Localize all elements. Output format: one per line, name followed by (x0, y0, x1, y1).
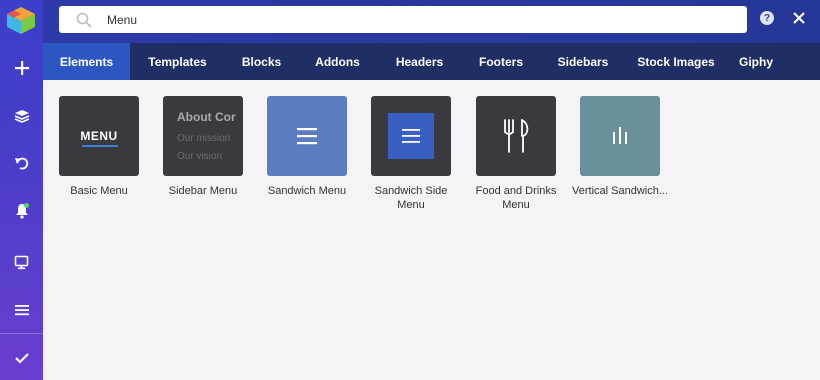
fork-knife-icon (504, 119, 529, 153)
thumbnail-line: Our mission (177, 133, 231, 144)
element-thumbnail: MENU (59, 96, 139, 176)
tab-footers[interactable]: Footers (462, 43, 540, 80)
preview-button[interactable] (0, 243, 43, 281)
undo-icon (14, 157, 28, 170)
monitor-icon (14, 255, 29, 269)
tab-giphy[interactable]: Giphy (726, 43, 786, 80)
notifications-button[interactable] (0, 192, 43, 230)
element-card-food-and-drinks-menu[interactable]: Food and Drinks Menu (476, 96, 556, 212)
element-thumbnail (371, 96, 451, 176)
tab-blocks[interactable]: Blocks (225, 43, 298, 80)
element-thumbnail (580, 96, 660, 176)
element-label: Sandwich Side Menu (374, 185, 448, 211)
element-thumbnail (267, 96, 347, 176)
add-button[interactable] (0, 49, 43, 87)
left-toolbar (0, 0, 43, 380)
hamburger-icon (14, 305, 29, 316)
thumbnail-underline (82, 145, 118, 147)
thumbnail-title: About Cor (177, 110, 236, 124)
element-label: Sidebar Menu (168, 185, 238, 197)
toolbar-divider (0, 333, 43, 334)
tab-sidebars[interactable]: Sidebars (540, 43, 626, 80)
undo-button[interactable] (0, 144, 43, 182)
layers-button[interactable] (0, 97, 43, 135)
element-label: Sandwich Menu (267, 185, 347, 197)
layers-icon (14, 110, 29, 123)
notification-dot (24, 203, 29, 208)
tab-headers[interactable]: Headers (377, 43, 462, 80)
search-box[interactable] (59, 6, 747, 33)
thumbnail-text: MENU (80, 129, 118, 143)
element-card-basic-menu[interactable]: MENU Basic Menu (59, 96, 139, 198)
confirm-button[interactable] (0, 339, 43, 377)
add-icon (14, 61, 29, 75)
logo-icon[interactable] (4, 5, 38, 35)
close-icon[interactable] (792, 11, 806, 25)
element-thumbnail: About Cor Our mission Our vision (163, 96, 243, 176)
tab-templates[interactable]: Templates (130, 43, 225, 80)
element-label: Vertical Sandwich... (572, 185, 668, 197)
element-card-sandwich-side-menu[interactable]: Sandwich Side Menu (371, 96, 451, 212)
help-icon: ? (763, 12, 771, 24)
search-icon (76, 12, 92, 28)
elements-grid: MENU Basic Menu About Cor Our mission Ou… (43, 80, 820, 380)
element-card-sidebar-menu[interactable]: About Cor Our mission Our vision Sidebar… (163, 96, 243, 198)
help-button[interactable]: ? (760, 11, 774, 25)
menu-button[interactable] (0, 291, 43, 329)
check-icon (14, 353, 29, 364)
top-bar: ? (43, 0, 820, 43)
tab-stock-images[interactable]: Stock Images (626, 43, 726, 80)
hamburger-icon (297, 128, 317, 145)
vertical-bars-icon (613, 127, 627, 144)
element-card-sandwich-menu[interactable]: Sandwich Menu (267, 96, 347, 198)
element-label: Food and Drinks Menu (475, 185, 557, 211)
category-tabs: Elements Templates Blocks Addons Headers… (43, 43, 820, 80)
tab-addons[interactable]: Addons (298, 43, 377, 80)
search-input[interactable] (107, 12, 707, 27)
hamburger-icon (402, 129, 420, 143)
element-card-vertical-sandwich[interactable]: Vertical Sandwich... (572, 96, 668, 198)
tab-elements[interactable]: Elements (43, 43, 130, 80)
thumbnail-line: Our vision (177, 151, 223, 162)
element-thumbnail (476, 96, 556, 176)
element-label: Basic Menu (70, 185, 128, 197)
